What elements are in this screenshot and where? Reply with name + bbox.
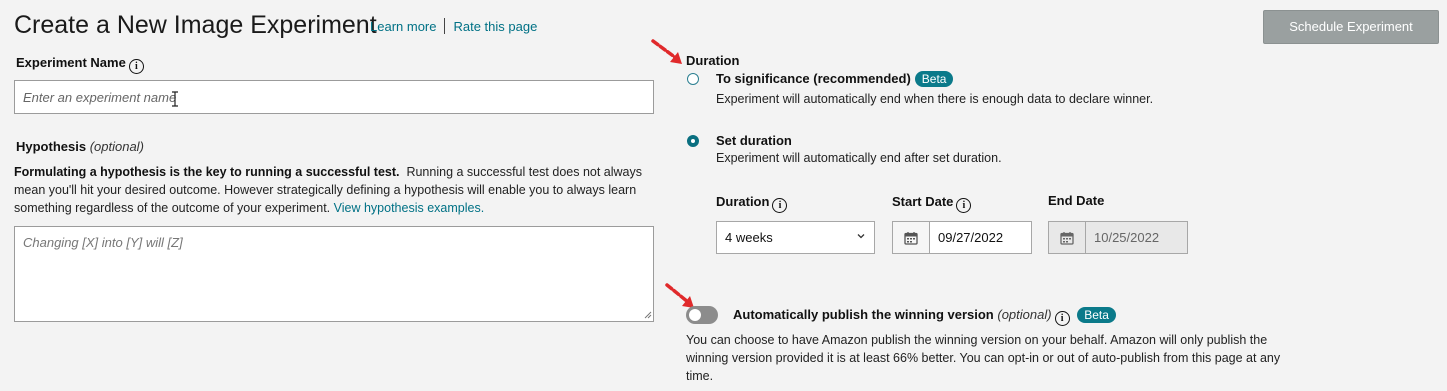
duration-heading: Duration: [686, 53, 740, 68]
learn-more-link[interactable]: Learn more: [370, 19, 436, 34]
chevron-down-icon: [857, 234, 865, 239]
auto-publish-optional: (optional): [997, 307, 1052, 322]
start-date-value: 09/27/2022: [938, 230, 1004, 245]
end-date-value: 10/25/2022: [1094, 230, 1160, 245]
resize-grip-icon[interactable]: [644, 311, 652, 319]
auto-publish-label-text: Automatically publish the winning versio…: [733, 307, 994, 322]
rate-page-link[interactable]: Rate this page: [453, 19, 537, 34]
experiment-name-label-text: Experiment Name: [16, 55, 126, 70]
info-icon[interactable]: i: [956, 198, 972, 213]
auto-publish-description: You can choose to have Amazon publish th…: [686, 333, 1281, 383]
duration-select[interactable]: 4 weeks: [716, 221, 875, 254]
auto-publish-toggle[interactable]: [686, 306, 718, 324]
calendar-icon: [1049, 222, 1086, 253]
auto-publish-label: Automatically publish the winning versio…: [733, 307, 1116, 326]
significance-radio[interactable]: [687, 73, 699, 85]
hypothesis-intro-bold: Formulating a hypothesis is the key to r…: [14, 165, 400, 179]
red-arrow-annotation: [651, 39, 682, 64]
duration-field-label: Duration i: [716, 194, 788, 213]
hypothesis-optional: (optional): [89, 139, 144, 154]
hypothesis-label: Hypothesis (optional): [16, 139, 144, 154]
hypothesis-textarea[interactable]: [14, 226, 654, 322]
beta-badge: Beta: [914, 71, 954, 87]
set-duration-radio[interactable]: [687, 135, 699, 147]
experiment-name-input[interactable]: [14, 80, 654, 114]
set-duration-description: Experiment will automatically end after …: [716, 151, 1002, 165]
significance-label-text: To significance (recommended): [716, 71, 911, 86]
header-links: Learn more Rate this page: [370, 18, 537, 34]
info-icon[interactable]: i: [772, 198, 788, 213]
start-date-label-text: Start Date: [892, 194, 954, 209]
page-title: Create a New Image Experiment: [14, 11, 377, 39]
beta-badge: Beta: [1077, 307, 1116, 323]
end-date-label: End Date: [1048, 193, 1105, 208]
hypothesis-label-text: Hypothesis: [16, 139, 87, 154]
significance-option-label: To significance (recommended) Beta: [716, 71, 954, 87]
info-icon[interactable]: i: [128, 59, 144, 74]
toggle-knob: [689, 309, 701, 321]
schedule-experiment-button[interactable]: Schedule Experiment: [1263, 10, 1439, 44]
duration-select-value: 4 weeks: [725, 230, 773, 245]
start-date-picker[interactable]: 09/27/2022: [892, 221, 1032, 254]
end-date-picker: 10/25/2022: [1048, 221, 1188, 254]
set-duration-label: Set duration: [716, 133, 792, 148]
hypothesis-examples-link[interactable]: View hypothesis examples.: [334, 201, 485, 215]
hypothesis-description: Formulating a hypothesis is the key to r…: [14, 163, 644, 217]
duration-field-label-text: Duration: [716, 194, 770, 209]
text-cursor-icon: [172, 91, 178, 107]
experiment-name-label: Experiment Name i: [16, 55, 144, 74]
link-divider: [444, 18, 446, 34]
calendar-icon[interactable]: [893, 222, 930, 253]
info-icon[interactable]: i: [1054, 311, 1070, 326]
start-date-label: Start Date i: [892, 194, 972, 213]
significance-description: Experiment will automatically end when t…: [716, 92, 1154, 106]
